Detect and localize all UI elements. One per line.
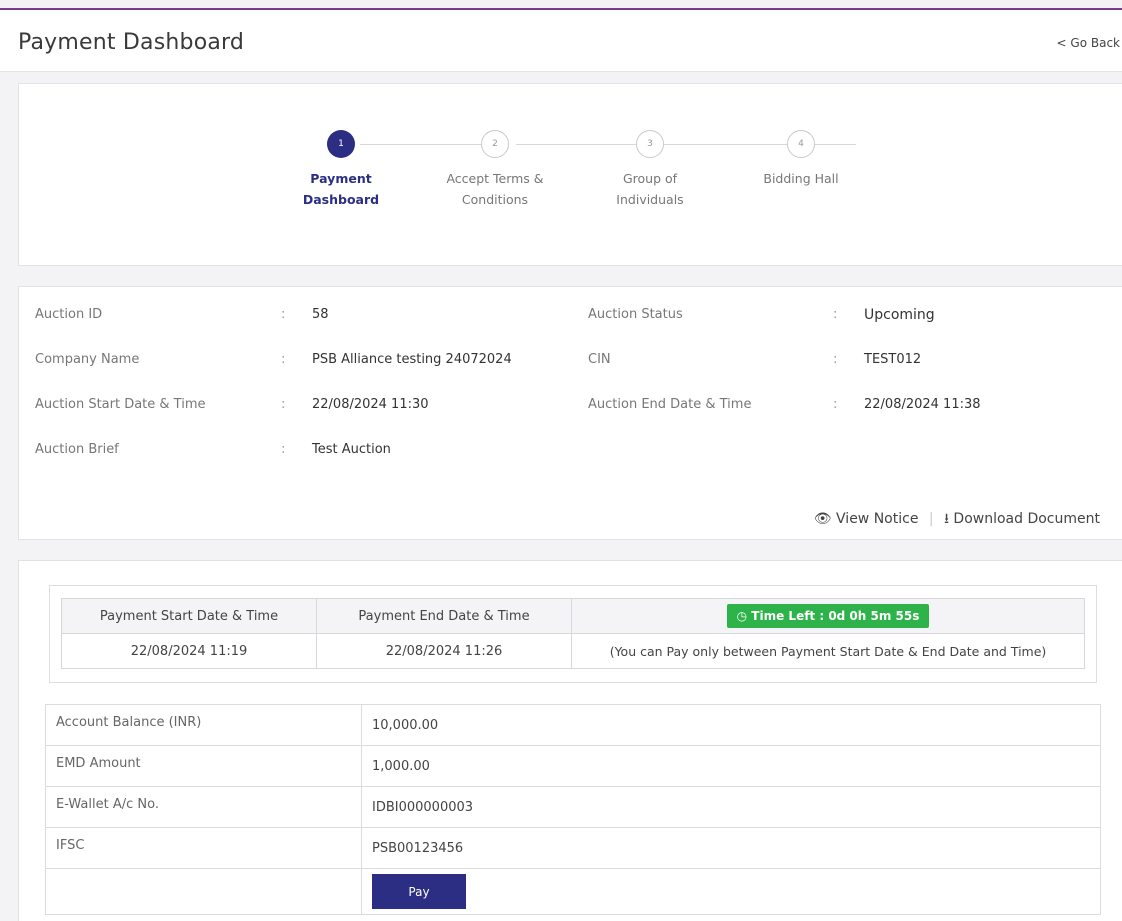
auction-details-card: Auction ID : 58 Auction Status : Upcomin… [18, 286, 1122, 540]
go-back-link[interactable]: < Go Back [1057, 36, 1120, 50]
step-number: 1 [327, 130, 355, 158]
table-row: 22/08/2024 11:19 22/08/2024 11:26 (You c… [61, 633, 1085, 669]
payment-note: (You can Pay only between Payment Start … [571, 633, 1085, 669]
step-number: 2 [481, 130, 509, 158]
auction-id-row: Auction ID [35, 307, 102, 322]
page-title: Payment Dashboard [18, 30, 245, 55]
step-label: Payment Dashboard [302, 171, 380, 207]
step-label: Accept Terms & Conditions [446, 171, 544, 207]
colon: : [833, 397, 838, 412]
colon: : [281, 352, 286, 367]
account-balance-label: Account Balance (INR) [45, 704, 362, 746]
step-group-of-individuals: 3 Group of Individuals [570, 130, 730, 210]
auction-end-label: Auction End Date & Time [588, 397, 752, 412]
auction-brief-value: Test Auction [312, 442, 391, 457]
company-name-label: Company Name [35, 352, 140, 367]
step-label: Group of Individuals [616, 171, 684, 207]
step-payment-dashboard: 1 Payment Dashboard [261, 130, 421, 210]
colon: : [833, 352, 838, 367]
payment-end-header: Payment End Date & Time [316, 598, 572, 634]
pay-button[interactable]: Pay [372, 874, 466, 909]
auction-start-label: Auction Start Date & Time [35, 397, 206, 412]
time-left-badge: ◷ Time Left : 0d 0h 5m 55s [726, 604, 930, 628]
time-left-cell: ◷ Time Left : 0d 0h 5m 55s [571, 598, 1085, 634]
step-accept-terms: 2 Accept Terms & Conditions [415, 130, 575, 210]
cin-value: TEST012 [864, 352, 922, 367]
payment-start-header: Payment Start Date & Time [61, 598, 317, 634]
table-row: E-Wallet A/c No. IDBI000000003 [45, 786, 1101, 828]
payment-card: Payment Start Date & Time Payment End Da… [18, 560, 1122, 921]
auction-end-value: 22/08/2024 11:38 [864, 397, 981, 412]
table-row: Pay [45, 868, 1101, 915]
progress-stepper: 1 Payment Dashboard 2 Accept Terms & Con… [18, 83, 1122, 266]
colon: : [281, 442, 286, 457]
cin-label: CIN [588, 352, 611, 367]
auction-start-value: 22/08/2024 11:30 [312, 397, 429, 412]
payment-window-box: Payment Start Date & Time Payment End Da… [49, 585, 1097, 683]
emd-amount-label: EMD Amount [45, 745, 362, 787]
account-balance-value: 10,000.00 [361, 704, 1101, 746]
step-number: 4 [787, 130, 815, 158]
page-header: Payment Dashboard < Go Back [0, 10, 1122, 72]
step-label: Bidding Hall [763, 171, 839, 186]
pay-button-cell: Pay [361, 868, 1101, 915]
table-row: EMD Amount 1,000.00 [45, 745, 1101, 787]
document-links: 👁︎ View Notice | ⭳ Download Document [814, 508, 1100, 532]
ifsc-value: PSB00123456 [361, 827, 1101, 869]
payment-start-value: 22/08/2024 11:19 [61, 633, 317, 669]
auction-brief-label: Auction Brief [35, 442, 119, 457]
table-header-row: Payment Start Date & Time Payment End Da… [61, 598, 1085, 634]
payment-end-value: 22/08/2024 11:26 [316, 633, 572, 669]
colon: : [281, 307, 286, 322]
auction-id-value: 58 [312, 307, 329, 322]
ifsc-label: IFSC [45, 827, 362, 869]
table-row: Account Balance (INR) 10,000.00 [45, 704, 1101, 746]
empty-cell [45, 868, 362, 915]
auction-status-label: Auction Status [588, 307, 683, 322]
wallet-label: E-Wallet A/c No. [45, 786, 362, 828]
eye-icon: 👁︎ [813, 511, 832, 527]
download-document-link[interactable]: ⭳ Download Document [944, 511, 1100, 527]
clock-icon: ◷ [736, 609, 748, 623]
auction-id-label: Auction ID [35, 307, 103, 322]
step-number: 3 [636, 130, 664, 158]
company-name-value: PSB Alliance testing 24072024 [312, 352, 512, 367]
link-separator: | [928, 511, 934, 527]
step-bidding-hall: 4 Bidding Hall [721, 130, 881, 189]
download-icon: ⭳ [944, 511, 949, 527]
account-details-table: Account Balance (INR) 10,000.00 EMD Amou… [45, 704, 1101, 915]
colon: : [833, 307, 838, 322]
emd-amount-value: 1,000.00 [361, 745, 1101, 787]
view-notice-link[interactable]: 👁︎ View Notice [814, 511, 919, 527]
payment-window-table: Payment Start Date & Time Payment End Da… [61, 598, 1085, 669]
auction-status-value: Upcoming [864, 307, 935, 323]
table-row: IFSC PSB00123456 [45, 827, 1101, 869]
wallet-value: IDBI000000003 [361, 786, 1101, 828]
colon: : [281, 397, 286, 412]
